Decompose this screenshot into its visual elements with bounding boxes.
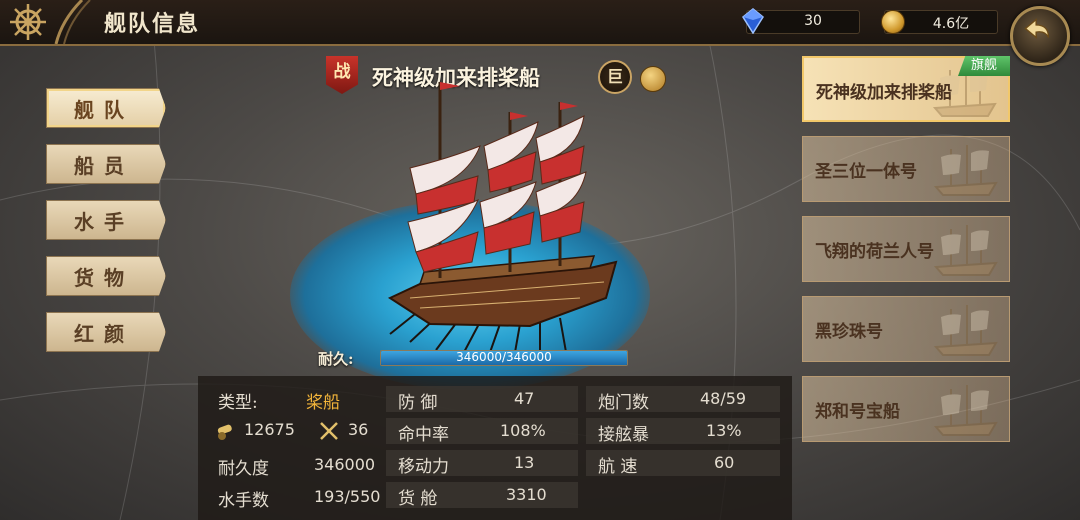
ship-silhouette-icon <box>933 145 998 196</box>
nav-fleet[interactable]: 舰队 <box>46 88 166 128</box>
mobility-label: 移动力 <box>398 457 449 477</box>
speed-label: 航 速 <box>598 457 638 477</box>
cargo-value: 3310 <box>506 485 547 504</box>
nav-cargo[interactable]: 货物 <box>46 256 166 296</box>
ship-wheel-icon[interactable] <box>6 2 50 42</box>
ship-list-item[interactable]: 圣三位一体号 <box>802 136 1010 202</box>
ship-list-item[interactable]: 飞翔的荷兰人号 <box>802 216 1010 282</box>
accuracy-value: 108% <box>500 421 546 440</box>
header-divider-ornament <box>54 0 91 44</box>
sailors-value: 193/550 <box>314 487 381 506</box>
top-bar: 舰队信息 30 4.6亿 <box>0 0 1080 46</box>
coin-count: 4.6亿 <box>932 16 970 32</box>
durability-bar: 346000/346000 <box>380 350 628 366</box>
ship-list-item[interactable]: 黑珍珠号 <box>802 296 1010 362</box>
cargo-label: 货 舱 <box>398 489 438 509</box>
durability-label: 耐久: <box>318 350 354 368</box>
boarding-label: 接舷暴 <box>598 425 649 445</box>
type-label: 类型: <box>218 393 258 413</box>
ship-silhouette-icon <box>933 225 998 276</box>
ship-list-label: 圣三位一体号 <box>815 162 917 182</box>
durability-stat-label: 耐久度 <box>218 459 269 479</box>
nav-sailors[interactable]: 水手 <box>46 200 166 240</box>
cannon-icon <box>217 424 232 440</box>
boarding-value: 13% <box>706 421 742 440</box>
accuracy-label: 命中率 <box>398 425 449 445</box>
gem-icon <box>742 8 764 34</box>
gem-counter[interactable]: 30 <box>742 8 860 34</box>
flagship-badge: 旗舰 <box>958 56 1010 76</box>
nav-crew[interactable]: 船员 <box>46 144 166 184</box>
coin-counter[interactable]: 4.6亿 <box>881 10 998 34</box>
cannon-value: 12675 <box>244 420 295 439</box>
nav-companions[interactable]: 红颜 <box>46 312 166 352</box>
coin-icon <box>881 10 905 34</box>
ship-stats-panel: 类型: 桨船 12675 36 耐久度 346000 水手数 193/550 防… <box>198 376 792 520</box>
back-arrow-icon <box>1024 18 1050 39</box>
ports-label: 炮门数 <box>598 393 649 413</box>
ship-silhouette-icon <box>933 305 998 356</box>
ship-list-label: 黑珍珠号 <box>815 322 883 342</box>
durability-value: 346000/346000 <box>456 350 552 364</box>
durability-stat-value: 346000 <box>314 455 376 474</box>
battle-badge: 战 <box>326 56 358 94</box>
ship-silhouette-icon <box>933 385 998 436</box>
ship-model[interactable] <box>380 72 620 362</box>
defense-label: 防 御 <box>398 393 438 413</box>
page-title: 舰队信息 <box>104 11 201 37</box>
mobility-value: 13 <box>514 453 535 472</box>
ship-list-label: 飞翔的荷兰人号 <box>815 242 934 262</box>
sailors-label: 水手数 <box>218 491 269 511</box>
ship-list-label: 郑和号宝船 <box>815 402 900 422</box>
soldier-value: 36 <box>348 420 369 439</box>
type-value: 桨船 <box>306 393 340 413</box>
ports-value: 48/59 <box>700 389 747 408</box>
ship-list-item[interactable]: 郑和号宝船 <box>802 376 1010 442</box>
speed-value: 60 <box>714 453 735 472</box>
ship-list-item-flagship[interactable]: 死神级加来排桨船 旗舰 <box>802 56 1010 122</box>
back-button[interactable] <box>1010 6 1070 66</box>
gem-count: 30 <box>804 13 822 29</box>
crossed-swords-icon <box>320 422 338 440</box>
ship-list-label: 死神级加来排桨船 <box>816 83 952 103</box>
defense-value: 47 <box>514 389 535 408</box>
swap-icon[interactable] <box>640 66 666 92</box>
